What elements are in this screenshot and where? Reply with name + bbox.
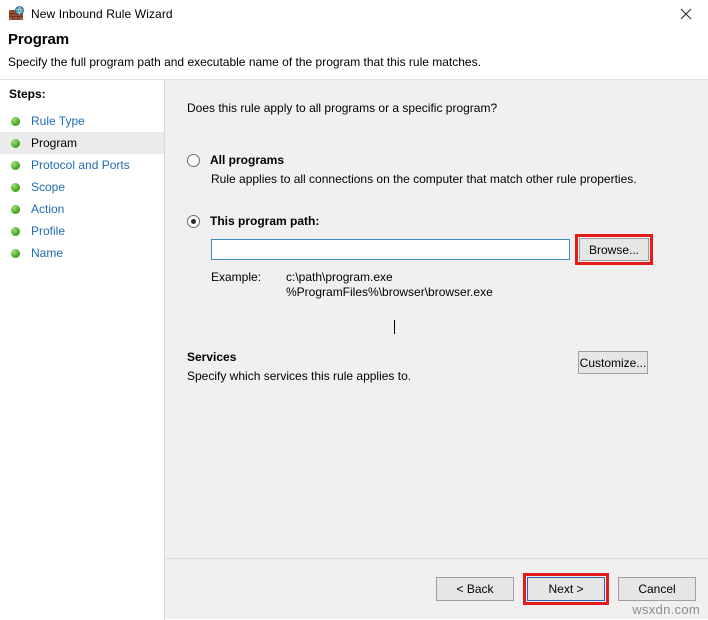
sidebar-item-profile[interactable]: Profile — [0, 220, 164, 242]
steps-heading: Steps: — [0, 87, 164, 110]
radio-this-program-path[interactable] — [187, 215, 200, 228]
step-bullet-icon — [11, 227, 20, 236]
steps-sidebar: Steps: Rule Type Program Protocol and Po… — [0, 80, 165, 558]
body-container: Steps: Rule Type Program Protocol and Po… — [0, 80, 708, 558]
wizard-footer: < Back Next > Cancel wsxdn.com — [165, 558, 708, 619]
step-bullet-icon — [11, 161, 20, 170]
example-path-line-1: c:\path\program.exe — [286, 270, 493, 285]
program-scope-question: Does this rule apply to all programs or … — [187, 101, 708, 115]
customize-button[interactable]: Customize... — [578, 351, 648, 374]
browse-button[interactable]: Browse... — [579, 238, 649, 261]
example-path-line-2: %ProgramFiles%\browser\browser.exe — [286, 285, 493, 300]
page-header: Program Specify the full program path an… — [0, 27, 708, 80]
page-title: Program — [8, 31, 708, 48]
services-description: Specify which services this rule applies… — [187, 369, 578, 383]
back-button[interactable]: < Back — [436, 577, 514, 601]
services-section: Services Specify which services this rul… — [187, 350, 648, 383]
radio-all-programs[interactable] — [187, 154, 200, 167]
option-all-programs-description: Rule applies to all connections on the c… — [211, 172, 708, 186]
text-caret — [394, 320, 395, 334]
sidebar-item-label: Action — [31, 202, 64, 216]
sidebar-item-label: Name — [31, 246, 63, 260]
sidebar-item-program[interactable]: Program — [0, 132, 164, 154]
sidebar-item-action[interactable]: Action — [0, 198, 164, 220]
sidebar-item-label: Program — [31, 136, 77, 150]
firewall-globe-icon — [8, 6, 24, 22]
program-path-input[interactable] — [211, 239, 570, 260]
window-title: New Inbound Rule Wizard — [31, 7, 173, 21]
option-all-programs[interactable]: All programs Rule applies to all connect… — [187, 153, 708, 186]
sidebar-item-name[interactable]: Name — [0, 242, 164, 264]
sidebar-item-label: Protocol and Ports — [31, 158, 130, 172]
sidebar-item-protocol-and-ports[interactable]: Protocol and Ports — [0, 154, 164, 176]
sidebar-item-label: Profile — [31, 224, 65, 238]
path-example: Example: c:\path\program.exe %ProgramFil… — [211, 270, 708, 300]
footer-sidebar-filler — [0, 558, 165, 620]
option-this-program-path[interactable]: This program path: Browse... Example: c:… — [187, 214, 708, 300]
title-bar: New Inbound Rule Wizard — [0, 0, 708, 27]
close-icon[interactable] — [663, 0, 708, 27]
services-title: Services — [187, 350, 578, 364]
sidebar-item-scope[interactable]: Scope — [0, 176, 164, 198]
sidebar-item-label: Scope — [31, 180, 65, 194]
sidebar-item-rule-type[interactable]: Rule Type — [0, 110, 164, 132]
sidebar-item-label: Rule Type — [31, 114, 85, 128]
watermark: wsxdn.com — [632, 602, 700, 617]
cancel-button[interactable]: Cancel — [618, 577, 696, 601]
step-bullet-icon — [11, 117, 20, 126]
next-button[interactable]: Next > — [527, 577, 605, 601]
step-bullet-icon — [11, 205, 20, 214]
main-content: Does this rule apply to all programs or … — [165, 80, 708, 558]
step-bullet-icon — [11, 139, 20, 148]
option-all-programs-label: All programs — [210, 153, 284, 167]
option-this-program-path-label: This program path: — [210, 214, 319, 228]
page-subtitle: Specify the full program path and execut… — [8, 55, 708, 69]
step-bullet-icon — [11, 249, 20, 258]
example-label: Example: — [211, 270, 286, 300]
step-bullet-icon — [11, 183, 20, 192]
